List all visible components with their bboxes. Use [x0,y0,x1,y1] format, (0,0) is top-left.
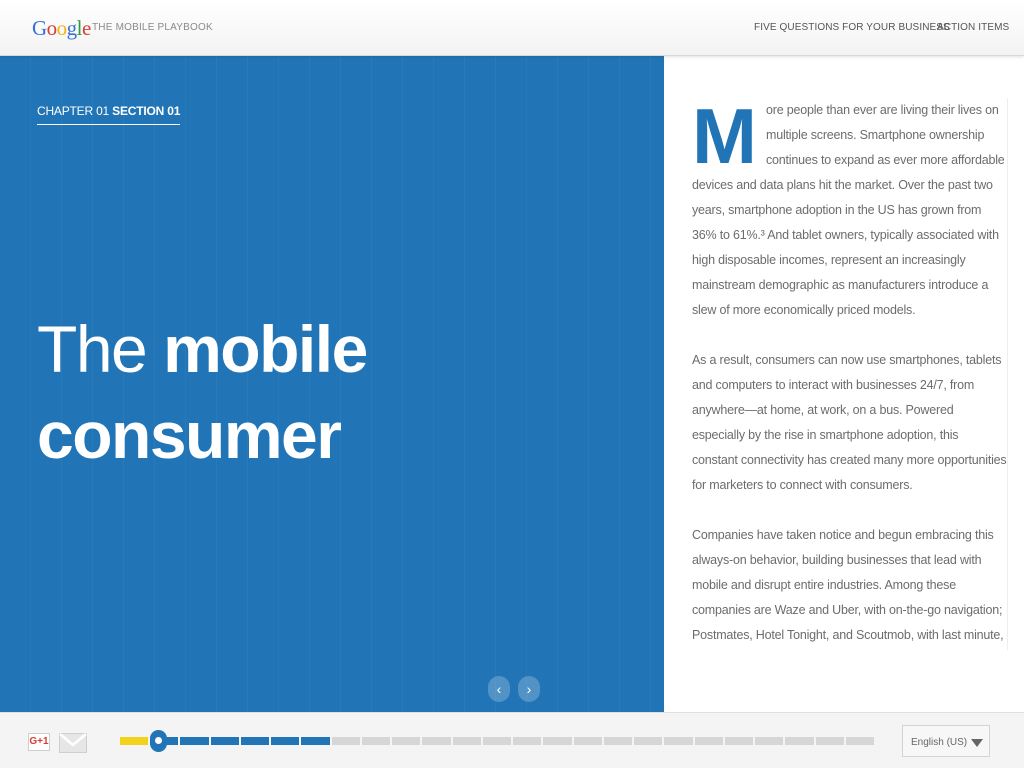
progress-segment[interactable] [392,737,421,745]
chevron-right-icon: › [526,681,532,697]
progress-segment[interactable] [271,737,300,745]
hero-panel: CHAPTER 01 SECTION 01 The mobile consume… [0,56,664,712]
progress-segment[interactable] [634,737,663,745]
prev-button[interactable]: ‹ [488,676,510,702]
progress-segment[interactable] [724,737,754,745]
progress-segment[interactable] [543,737,572,745]
hero-title-bold-2: consumer [37,398,342,472]
progress-segment[interactable] [845,737,874,745]
article-paragraph-1: More people than ever are living their l… [692,98,1007,323]
article-paragraph-2: As a result, consumers can now use smart… [692,353,1007,492]
progress-segment[interactable] [815,737,844,745]
progress-segment[interactable] [573,737,602,745]
language-select[interactable]: English (US) [902,725,990,757]
chevron-down-icon [971,739,983,747]
progress-handle[interactable] [150,730,167,752]
language-label: English (US) [911,737,968,748]
chapter-section-label: CHAPTER 01 SECTION 01 [37,104,180,125]
google-logo[interactable]: Google [32,16,91,41]
progress-segment[interactable] [603,737,633,745]
google-plus-button[interactable]: G+1 [28,733,50,751]
hero-title-light: The [37,312,148,386]
google-logo-text: Google [32,16,91,40]
drop-cap: M [692,98,757,180]
next-button[interactable]: › [518,676,540,702]
hero-title-bold-1: mobile [163,312,368,386]
progress-segment[interactable] [694,737,723,745]
progress-segment[interactable] [755,737,784,745]
progress-segment[interactable] [452,737,481,745]
site-title: THE MOBILE PLAYBOOK [92,22,213,33]
progress-segment[interactable] [120,737,149,745]
bottom-bar: G+1 English (US) [0,712,1024,768]
article-paragraph-3: Companies have taken notice and begun em… [692,528,1004,642]
mail-icon[interactable] [59,733,87,753]
progress-segment[interactable] [301,737,330,745]
progress-segment[interactable] [785,737,814,745]
progress-segment[interactable] [664,737,693,745]
chapter-progress-bar[interactable] [120,737,874,745]
nav-five-questions[interactable]: FIVE QUESTIONS FOR YOUR BUSINESS [754,22,950,33]
progress-segment[interactable] [482,737,512,745]
top-header: Google THE MOBILE PLAYBOOK FIVE QUESTION… [0,0,1024,56]
progress-segment[interactable] [210,737,239,745]
progress-segment[interactable] [422,737,451,745]
progress-segment[interactable] [180,737,209,745]
progress-segment[interactable] [513,737,542,745]
section-label: SECTION 01 [112,104,181,118]
chapter-label: CHAPTER 01 [37,104,110,118]
chevron-left-icon: ‹ [496,681,502,697]
article-text: More people than ever are living their l… [678,98,1008,650]
progress-segment[interactable] [331,737,360,745]
nav-action-items[interactable]: ACTION ITEMS [937,22,1009,33]
progress-segment[interactable] [240,737,270,745]
progress-segment[interactable] [361,737,391,745]
hero-title: The mobile consumer [37,306,597,478]
